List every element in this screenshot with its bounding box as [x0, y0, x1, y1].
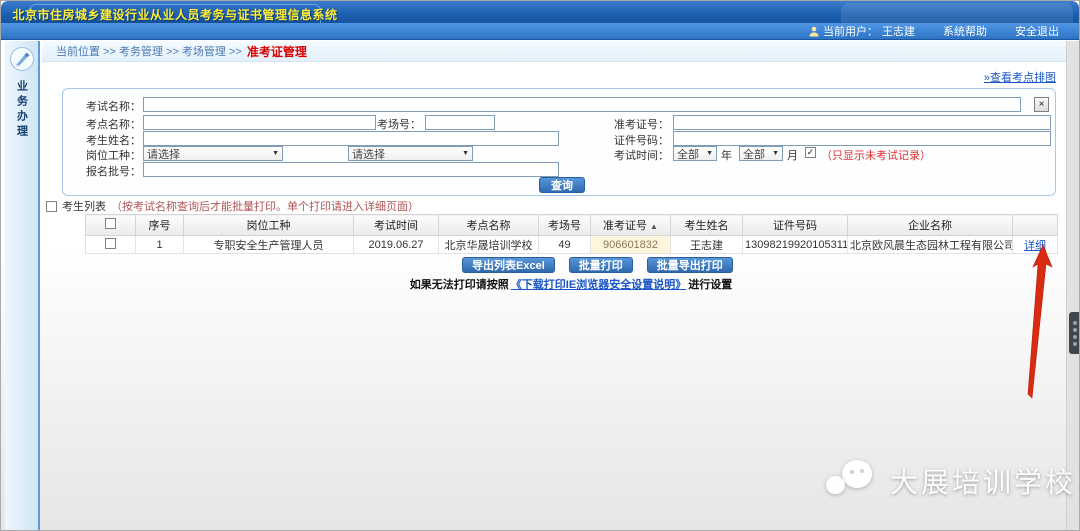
- search-panel: × 考试名称： 考点名称： 考场号： 准考证号： 考生姓名： 证件号码： 岗位工…: [62, 88, 1056, 196]
- candidate-list-caption: 考生列表 （按考试名称查询后才能批量打印。单个打印请进入详细页面）: [46, 198, 419, 214]
- detail-link[interactable]: 详细: [1024, 240, 1046, 252]
- exam-time-label: 考试时间：: [591, 147, 669, 163]
- user-icon: [809, 26, 819, 37]
- cell-id: 130982199201053111: [743, 236, 848, 254]
- exam-name-input[interactable]: [143, 97, 1021, 112]
- system-title: 北京市住房城乡建设行业从业人员考务与证书管理信息系统: [13, 6, 338, 23]
- batch-no-input[interactable]: [143, 162, 559, 177]
- candidate-list-note: （按考试名称查询后才能批量打印。单个打印请进入详细页面）: [111, 198, 419, 214]
- cell-job: 专职安全生产管理人员: [184, 236, 354, 254]
- breadcrumb-prefix: 当前位置 >> 考务管理 >> 考场管理 >>: [56, 43, 242, 59]
- ticket-no-label: 准考证号：: [591, 116, 669, 132]
- chevron-down-icon: ▼: [462, 150, 469, 157]
- business-pen-icon: [9, 46, 35, 72]
- cell-date: 2019.06.27: [354, 236, 439, 254]
- job-subtype-select[interactable]: 请选择 ▼: [348, 146, 473, 161]
- print-note-pre: 如果无法打印请按照: [410, 279, 509, 291]
- cell-company: 北京欧风晨生态园林工程有限公司: [848, 236, 1013, 254]
- docked-toolbar-widget[interactable]: [1069, 312, 1080, 354]
- select-all-top-checkbox[interactable]: [46, 201, 57, 212]
- cell-ticket: 906601832: [591, 236, 671, 254]
- watermark: 大展培训学校: [826, 456, 1076, 506]
- sidebar: 业务办理: [5, 41, 40, 530]
- time-filter-note: （只显示未考试记录）: [821, 147, 931, 163]
- col-detail: [1013, 215, 1058, 236]
- table-row: 1 专职安全生产管理人员 2019.06.27 北京华晟培训学校 49 9066…: [86, 236, 1058, 254]
- candidate-name-input[interactable]: [143, 131, 559, 146]
- sort-asc-icon: ▲: [650, 222, 658, 231]
- cell-name: 王志建: [671, 236, 743, 254]
- room-no-label: 考场号：: [369, 116, 421, 132]
- exam-name-label: 考试名称：: [69, 98, 141, 114]
- job-type-select[interactable]: 请选择 ▼: [143, 146, 283, 161]
- col-site: 考点名称: [439, 215, 539, 236]
- current-user-name: 王志建: [882, 23, 915, 39]
- site-name-label: 考点名称：: [69, 116, 141, 132]
- col-name: 考生姓名: [671, 215, 743, 236]
- unexamined-only-checkbox[interactable]: ✓: [805, 147, 816, 158]
- id-no-label: 证件号码：: [591, 132, 669, 148]
- batch-export-print-button[interactable]: 批量导出打印: [647, 257, 733, 273]
- help-link[interactable]: 系统帮助: [943, 23, 987, 39]
- id-no-input[interactable]: [673, 131, 1051, 146]
- col-room: 考场号: [539, 215, 591, 236]
- watermark-text: 大展培训学校: [890, 461, 1076, 501]
- exam-month-select[interactable]: 全部 ▼: [739, 146, 783, 161]
- cell-no: 1: [136, 236, 184, 254]
- site-name-input[interactable]: [143, 115, 376, 130]
- export-excel-button[interactable]: 导出列表Excel: [462, 257, 555, 273]
- batch-no-label: 报名批号：: [69, 163, 141, 179]
- month-suffix: 月: [787, 147, 801, 163]
- select-all-checkbox[interactable]: [105, 218, 116, 229]
- current-user-label: 当前用户：: [823, 23, 878, 39]
- cell-site: 北京华晟培训学校: [439, 236, 539, 254]
- col-job: 岗位工种: [184, 215, 354, 236]
- ie-settings-doc-link[interactable]: 《下载打印IE浏览器安全设置说明》: [511, 279, 686, 291]
- logout-link[interactable]: 安全退出: [1015, 23, 1059, 39]
- cell-room: 49: [539, 236, 591, 254]
- candidate-table: 序号 岗位工种 考试时间 考点名称 考场号 准考证号▲ 考生姓名 证件号码 企业…: [85, 214, 1058, 254]
- col-no: 序号: [136, 215, 184, 236]
- col-ticket-sortable[interactable]: 准考证号▲: [591, 215, 671, 236]
- cell-detail: 详细: [1013, 236, 1058, 254]
- table-header-row: 序号 岗位工种 考试时间 考点名称 考场号 准考证号▲ 考生姓名 证件号码 企业…: [86, 215, 1058, 236]
- job-type-label: 岗位工种：: [69, 147, 141, 163]
- breadcrumb-current: 准考证管理: [247, 43, 307, 60]
- titlebar: 北京市住房城乡建设行业从业人员考务与证书管理信息系统: [1, 1, 1079, 23]
- menubar: 当前用户： 王志建 系统帮助 安全退出: [1, 23, 1079, 40]
- row-checkbox-cell: [86, 236, 136, 254]
- year-suffix: 年: [721, 147, 735, 163]
- room-no-input[interactable]: [425, 115, 495, 130]
- col-company: 企业名称: [848, 215, 1013, 236]
- system-title-tab: 北京市住房城乡建设行业从业人员考务与证书管理信息系统: [29, 4, 321, 23]
- chevron-down-icon: ▼: [706, 150, 713, 157]
- breadcrumb: 当前位置 >> 考务管理 >> 考场管理 >> 准考证管理: [42, 41, 1066, 62]
- current-user: 当前用户： 王志建: [809, 23, 915, 39]
- view-seating-chart-link[interactable]: »查看考点排图: [948, 69, 1056, 85]
- close-icon[interactable]: ×: [1034, 97, 1049, 112]
- col-date: 考试时间: [354, 215, 439, 236]
- print-note-post: 进行设置: [688, 279, 732, 291]
- chevron-down-icon: ▼: [272, 150, 279, 157]
- titlebar-decor: [841, 3, 1073, 23]
- chevron-down-icon: ▼: [772, 150, 779, 157]
- watermark-logo-icon: [826, 456, 880, 506]
- candidate-name-label: 考生姓名：: [69, 132, 141, 148]
- candidate-list-title: 考生列表: [62, 198, 106, 214]
- exam-year-select[interactable]: 全部 ▼: [673, 146, 717, 161]
- col-id: 证件号码: [743, 215, 848, 236]
- ticket-no-input[interactable]: [673, 115, 1051, 130]
- header-checkbox-cell: [86, 215, 136, 236]
- sidebar-item-business[interactable]: 业务办理: [14, 80, 30, 140]
- print-help-note: 如果无法打印请按照《下载打印IE浏览器安全设置说明》进行设置: [85, 276, 1057, 292]
- batch-print-button[interactable]: 批量打印: [569, 257, 633, 273]
- search-button[interactable]: 查询: [539, 177, 585, 193]
- action-buttons: 导出列表Excel 批量打印 批量导出打印: [462, 257, 733, 273]
- row-checkbox[interactable]: [105, 238, 116, 249]
